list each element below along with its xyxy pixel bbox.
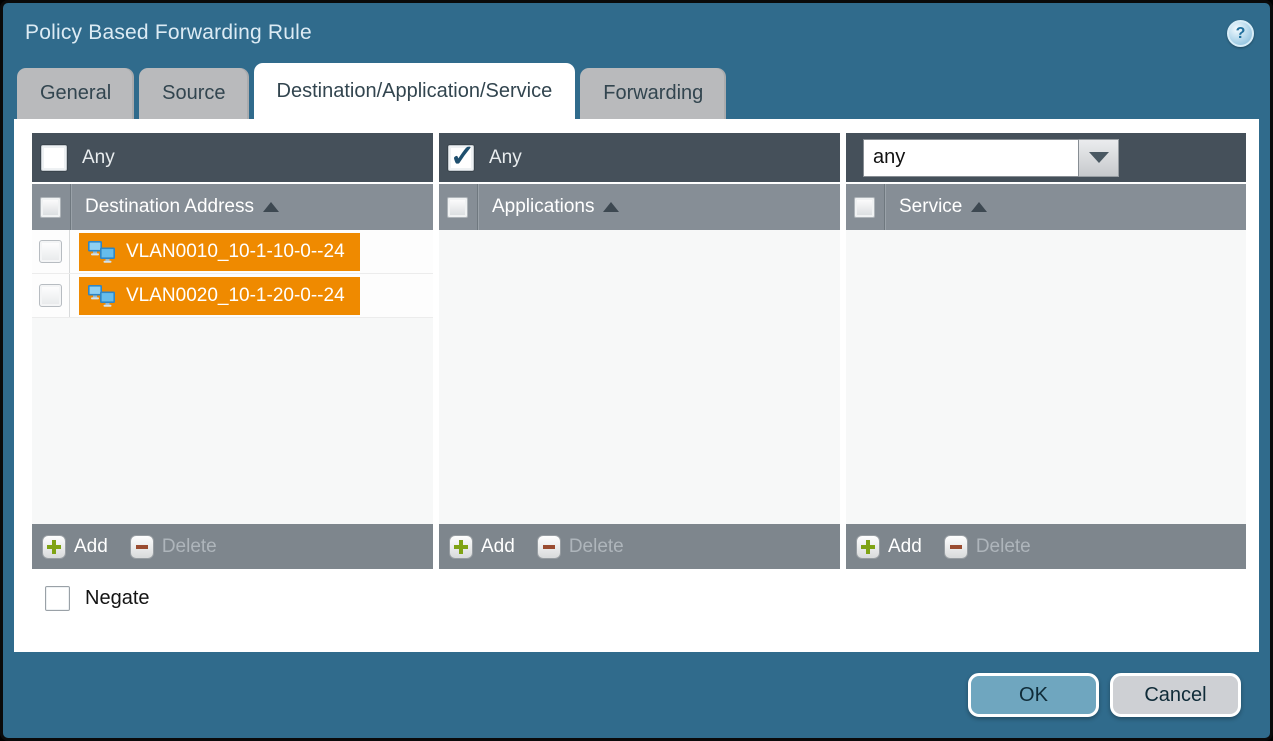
destination-any-checkbox[interactable] xyxy=(41,145,67,171)
tab-destination-application-service[interactable]: Destination/Application/Service xyxy=(254,63,576,119)
screenshot-frame: Policy Based Forwarding Rule General Sou… xyxy=(0,0,1273,741)
applications-any-bar: Any xyxy=(439,133,840,182)
network-icon xyxy=(87,240,116,263)
applications-header-label: Applications xyxy=(492,196,594,218)
service-column: any Service xyxy=(846,133,1246,569)
destination-any-label: Any xyxy=(82,147,115,169)
applications-header[interactable]: Applications xyxy=(439,184,840,230)
tab-content-panel: Any Destination Address xyxy=(14,119,1259,652)
ok-button[interactable]: OK xyxy=(968,673,1099,717)
row-check-cell xyxy=(32,274,70,317)
dialog-footer: OK Cancel xyxy=(3,652,1270,738)
destination-actions-bar: Add Delete xyxy=(32,524,433,569)
service-list xyxy=(846,230,1246,524)
sort-asc-icon[interactable] xyxy=(603,202,619,212)
delete-button: Delete xyxy=(162,536,217,558)
service-dropdown-button[interactable] xyxy=(1079,139,1119,177)
policy-based-forwarding-dialog: Policy Based Forwarding Rule General Sou… xyxy=(3,3,1270,738)
add-icon[interactable] xyxy=(42,535,66,559)
header-divider xyxy=(477,184,478,230)
destination-select-all-checkbox[interactable] xyxy=(40,197,61,218)
header-divider xyxy=(70,184,71,230)
page-title: Policy Based Forwarding Rule xyxy=(25,21,312,45)
address-item-label: VLAN0020_10-1-20-0--24 xyxy=(126,285,345,307)
title-bar: Policy Based Forwarding Rule xyxy=(3,3,1270,63)
table-row: VLAN0010_10-1-10-0--24 xyxy=(32,230,433,274)
address-item-vlan0020[interactable]: VLAN0020_10-1-20-0--24 xyxy=(79,277,360,315)
address-item-vlan0010[interactable]: VLAN0010_10-1-10-0--24 xyxy=(79,233,360,271)
service-header-label: Service xyxy=(899,196,962,218)
negate-row: Negate xyxy=(45,586,1259,611)
add-icon[interactable] xyxy=(449,535,473,559)
applications-any-checkbox[interactable] xyxy=(448,145,474,171)
destination-address-header[interactable]: Destination Address xyxy=(32,184,433,230)
row-check-cell xyxy=(32,230,70,273)
destination-address-list: VLAN0010_10-1-10-0--24 xyxy=(32,230,433,524)
applications-actions-bar: Add Delete xyxy=(439,524,840,569)
delete-icon[interactable] xyxy=(130,535,154,559)
delete-icon[interactable] xyxy=(537,535,561,559)
table-row: VLAN0020_10-1-20-0--24 xyxy=(32,274,433,318)
tab-forwarding[interactable]: Forwarding xyxy=(580,68,726,119)
add-button[interactable]: Add xyxy=(74,536,108,558)
tab-general[interactable]: General xyxy=(17,68,134,119)
service-select-all-checkbox[interactable] xyxy=(854,197,875,218)
tab-bar: General Source Destination/Application/S… xyxy=(3,63,1270,119)
tab-source[interactable]: Source xyxy=(139,68,248,119)
help-icon[interactable] xyxy=(1227,20,1254,47)
cancel-button[interactable]: Cancel xyxy=(1110,673,1241,717)
applications-any-label: Any xyxy=(489,147,522,169)
negate-label: Negate xyxy=(85,587,150,610)
service-dropdown-value[interactable]: any xyxy=(863,139,1079,177)
add-button[interactable]: Add xyxy=(481,536,515,558)
applications-column: Any Applications Add Delete xyxy=(439,133,840,569)
row-checkbox[interactable] xyxy=(39,240,62,263)
address-item-label: VLAN0010_10-1-10-0--24 xyxy=(126,241,345,263)
delete-button: Delete xyxy=(976,536,1031,558)
destination-address-header-label: Destination Address xyxy=(85,196,254,218)
row-checkbox[interactable] xyxy=(39,284,62,307)
negate-checkbox[interactable] xyxy=(45,586,70,611)
sort-asc-icon[interactable] xyxy=(263,202,279,212)
destination-any-bar: Any xyxy=(32,133,433,182)
delete-icon[interactable] xyxy=(944,535,968,559)
chevron-down-icon xyxy=(1089,152,1109,163)
destination-address-column: Any Destination Address xyxy=(32,133,433,569)
add-button[interactable]: Add xyxy=(888,536,922,558)
sort-asc-icon[interactable] xyxy=(971,202,987,212)
service-header[interactable]: Service xyxy=(846,184,1246,230)
network-icon xyxy=(87,284,116,307)
service-actions-bar: Add Delete xyxy=(846,524,1246,569)
add-icon[interactable] xyxy=(856,535,880,559)
header-divider xyxy=(884,184,885,230)
applications-select-all-checkbox[interactable] xyxy=(447,197,468,218)
service-dropdown-bar: any xyxy=(846,133,1246,182)
service-dropdown[interactable]: any xyxy=(863,139,1119,177)
applications-list xyxy=(439,230,840,524)
columns-container: Any Destination Address xyxy=(32,133,1259,569)
delete-button: Delete xyxy=(569,536,624,558)
